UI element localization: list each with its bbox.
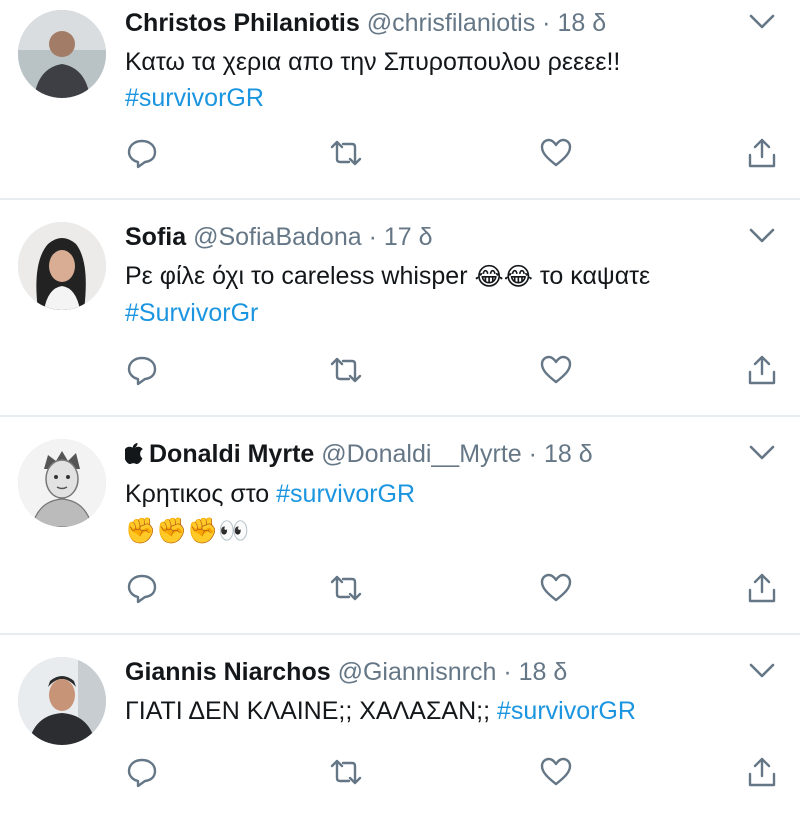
display-name[interactable]: Sofia (125, 223, 186, 251)
reply-icon[interactable] (125, 755, 159, 789)
tweet-actions (125, 571, 782, 605)
share-icon[interactable] (745, 353, 779, 387)
timestamp[interactable]: 18 δ (544, 440, 593, 468)
reply-icon[interactable] (125, 571, 159, 605)
laughing-emoji: 😂😂 (474, 263, 533, 292)
tweet-body: Κρητικος στο (125, 480, 270, 508)
tweet-text: Ρε φίλε όχι το careless whisper 😂😂 το κα… (125, 258, 780, 331)
timestamp[interactable]: 18 δ (557, 9, 606, 37)
like-icon[interactable] (539, 136, 573, 170)
username[interactable]: @chrisfilaniotis (367, 9, 535, 37)
separator: · (528, 440, 537, 468)
avatar[interactable] (18, 657, 106, 745)
hashtag-link[interactable]: #survivorGR (497, 697, 636, 725)
avatar[interactable] (18, 10, 106, 98)
tweet-text: Κατω τα χερια απο την Σπυροπουλου ρεεεε!… (125, 44, 780, 116)
tweet-header: Donaldi Myrte @Donaldi__Myrte · 18 δ (123, 439, 780, 470)
separator: · (542, 9, 551, 37)
share-icon[interactable] (745, 136, 779, 170)
username[interactable]: @SofiaBadona (193, 223, 362, 251)
tweet-actions (125, 353, 782, 387)
apple-icon (123, 442, 143, 467)
tweet[interactable]: Donaldi Myrte @Donaldi__Myrte · 18 δ Κρη… (0, 417, 800, 635)
share-icon[interactable] (745, 571, 779, 605)
avatar[interactable] (18, 439, 106, 527)
avatar[interactable] (18, 222, 106, 310)
chevron-down-icon[interactable] (748, 443, 776, 463)
hashtag-link[interactable]: #survivorGR (276, 480, 415, 508)
username[interactable]: @Giannisnrch (338, 658, 497, 686)
tweet-header: Christos Philaniotis @chrisfilaniotis · … (125, 8, 780, 38)
tweet-actions (125, 755, 782, 789)
hashtag-link[interactable]: #SurvivorGr (125, 295, 780, 331)
tweet-text: ΓΙΑΤΙ ΔΕΝ ΚΛΑΙΝΕ;; ΧΑΛΑΣΑΝ;; #survivorGR (125, 693, 780, 729)
retweet-icon[interactable] (329, 353, 363, 387)
timestamp[interactable]: 17 δ (384, 223, 433, 251)
chevron-down-icon[interactable] (748, 12, 776, 32)
chevron-down-icon[interactable] (748, 226, 776, 246)
chevron-down-icon[interactable] (748, 661, 776, 681)
display-name[interactable]: Donaldi Myrte (149, 440, 314, 468)
tweet-body: Κατω τα χερια απο την Σπυροπουλου ρεεεε!… (125, 48, 621, 76)
tweet-body: Ρε φίλε όχι το careless whisper (125, 262, 468, 290)
tweet-body-end: το καψατε (539, 262, 651, 290)
retweet-icon[interactable] (329, 571, 363, 605)
tweet-actions (125, 136, 782, 170)
like-icon[interactable] (539, 353, 573, 387)
hashtag-link[interactable]: #survivorGR (125, 80, 780, 116)
fist-eyes-emoji: ✊✊✊👀 (125, 517, 250, 546)
tweet[interactable]: Christos Philaniotis @chrisfilaniotis · … (0, 0, 800, 200)
display-name[interactable]: Giannis Niarchos (125, 658, 331, 686)
tweet-body: ΓΙΑΤΙ ΔΕΝ ΚΛΑΙΝΕ;; ΧΑΛΑΣΑΝ;; (125, 697, 491, 725)
display-name[interactable]: Christos Philaniotis (125, 9, 360, 37)
tweet-header: Sofia @SofiaBadona · 17 δ (125, 222, 780, 252)
reply-icon[interactable] (125, 353, 159, 387)
tweet[interactable]: Giannis Niarchos @Giannisnrch · 18 δ ΓΙΑ… (0, 635, 800, 819)
username[interactable]: @Donaldi__Myrte (321, 440, 521, 468)
tweet[interactable]: Sofia @SofiaBadona · 17 δ Ρε φίλε όχι το… (0, 200, 800, 417)
tweet-header: Giannis Niarchos @Giannisnrch · 18 δ (125, 657, 780, 687)
separator: · (503, 658, 512, 686)
tweet-content: Donaldi Myrte @Donaldi__Myrte · 18 δ Κρη… (123, 439, 780, 549)
tweet-content: Christos Philaniotis @chrisfilaniotis · … (125, 8, 780, 116)
like-icon[interactable] (539, 755, 573, 789)
reply-icon[interactable] (125, 136, 159, 170)
separator: · (368, 223, 377, 251)
tweet-content: Sofia @SofiaBadona · 17 δ Ρε φίλε όχι το… (125, 222, 780, 331)
share-icon[interactable] (745, 755, 779, 789)
tweet-content: Giannis Niarchos @Giannisnrch · 18 δ ΓΙΑ… (125, 657, 780, 729)
retweet-icon[interactable] (329, 136, 363, 170)
timestamp[interactable]: 18 δ (519, 658, 568, 686)
retweet-icon[interactable] (329, 755, 363, 789)
tweet-text: Κρητικος στο #survivorGR ✊✊✊👀 (125, 476, 780, 549)
like-icon[interactable] (539, 571, 573, 605)
